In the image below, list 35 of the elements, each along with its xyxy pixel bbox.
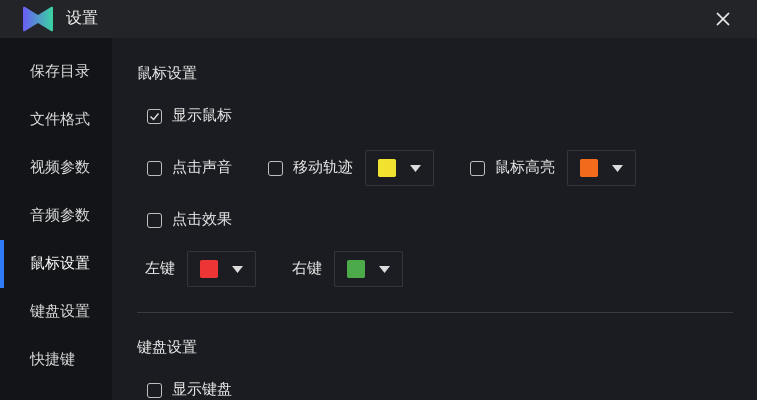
check-icon (149, 110, 160, 122)
checkbox[interactable] (470, 160, 485, 176)
checkbox-label: 移动轨迹 (293, 158, 353, 178)
close-icon[interactable] (715, 11, 731, 27)
section-title: 鼠标设置 (137, 64, 198, 84)
sidebar-item[interactable]: 文件格式 (0, 96, 112, 144)
caret-icon (612, 164, 623, 172)
color-picker[interactable] (567, 150, 636, 186)
color-picker[interactable] (365, 150, 434, 186)
checkbox-label: 显示鼠标 (172, 106, 232, 126)
checkbox[interactable] (147, 382, 162, 398)
checkbox[interactable] (147, 108, 162, 124)
checkbox[interactable] (147, 212, 162, 228)
checkbox[interactable] (147, 160, 162, 176)
sidebar-item[interactable]: 音频参数 (0, 192, 112, 240)
caret-icon (410, 164, 421, 172)
sidebar-item[interactable]: 视频参数 (0, 144, 112, 192)
app-logo-icon (22, 6, 54, 32)
key-label: 左键 (145, 258, 175, 279)
color-picker[interactable] (187, 251, 256, 287)
checkbox-label: 点击声音 (172, 158, 232, 178)
sidebar-item[interactable]: 鼠标设置 (0, 240, 112, 288)
caret-icon (379, 266, 390, 272)
checkbox-label: 点击效果 (172, 210, 232, 230)
checkbox-label: 显示键盘 (172, 380, 232, 400)
checkbox[interactable] (268, 160, 283, 176)
sidebar-item[interactable]: 键盘设置 (0, 288, 112, 336)
key-label: 右键 (292, 258, 322, 279)
section-title: 键盘设置 (137, 338, 198, 358)
sidebar-item[interactable]: 保存目录 (0, 48, 112, 96)
window-title: 设置 (66, 9, 98, 29)
sidebar-item[interactable]: 快捷键 (0, 336, 112, 384)
checkbox-label: 鼠标高亮 (495, 158, 555, 178)
color-picker[interactable] (334, 251, 403, 287)
caret-icon (232, 266, 243, 272)
